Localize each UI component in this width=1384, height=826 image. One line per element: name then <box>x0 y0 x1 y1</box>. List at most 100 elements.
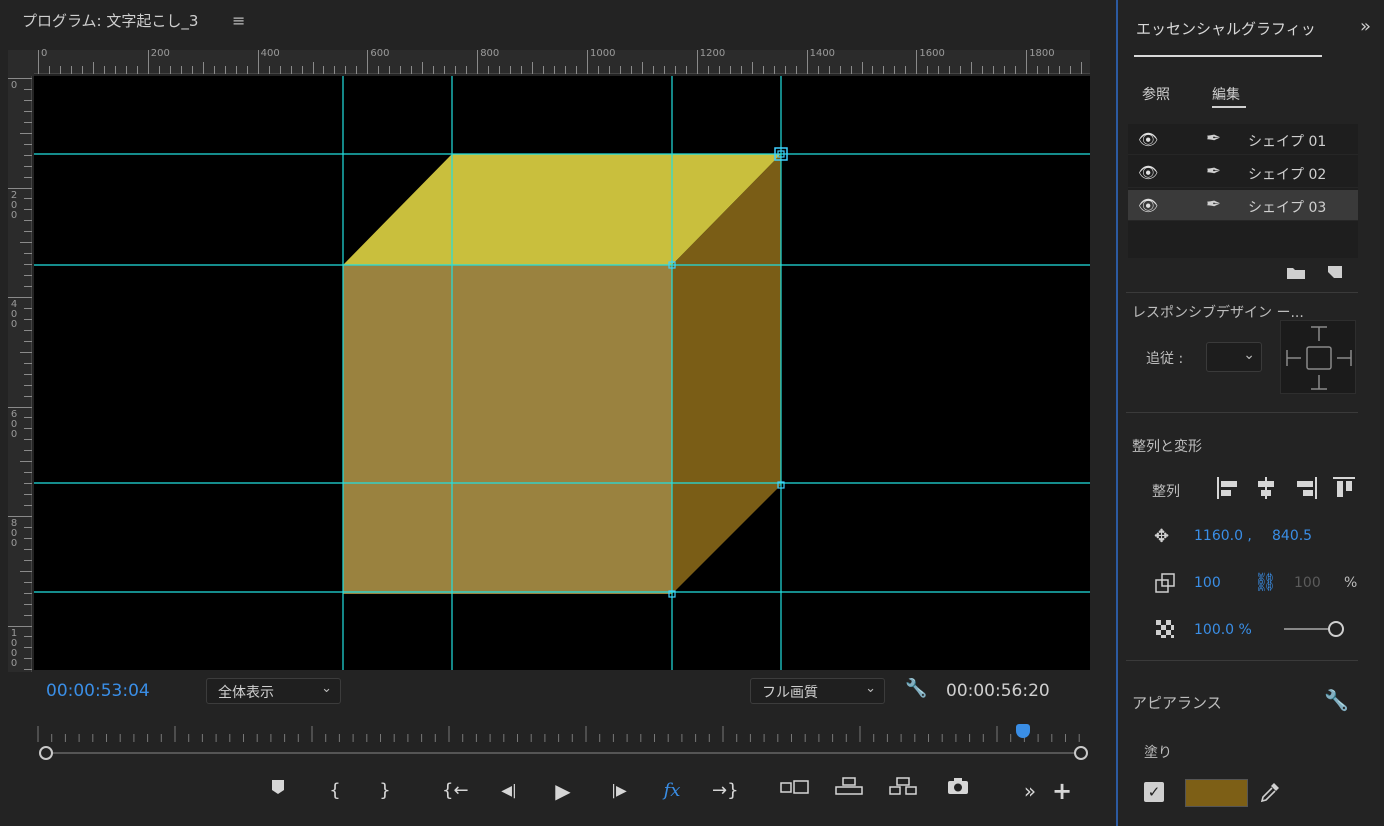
fill-color-swatch[interactable] <box>1185 779 1248 807</box>
more-button[interactable]: » <box>1018 776 1042 806</box>
zoom-handle-right[interactable] <box>1074 746 1088 760</box>
align-center-horizontal-button[interactable] <box>1252 474 1280 502</box>
ruler-minor-tick <box>982 66 984 74</box>
extract-button[interactable] <box>888 776 918 806</box>
marker-icon <box>272 780 284 794</box>
ruler-minor-tick <box>850 66 852 74</box>
ruler-minor-tick <box>24 209 32 211</box>
layer-list[interactable]: 👁 ✒ シェイプ 01 👁 ✒ シェイプ 02 👁 ✒ シェイプ 03 <box>1128 124 1358 258</box>
ruler-minor-tick <box>1059 66 1061 74</box>
ruler-minor-tick <box>158 66 160 74</box>
safe-margin-icon <box>780 780 809 794</box>
new-group-folder-icon[interactable] <box>1286 264 1306 284</box>
position-y-value[interactable]: 840.5 <box>1272 528 1312 544</box>
position-move-icon: ✥ <box>1154 526 1170 547</box>
playback-quality-select[interactable]: フル画質 ⌄ <box>750 678 885 704</box>
go-to-in-button[interactable]: {← <box>442 776 469 806</box>
mark-in-button[interactable]: { <box>323 776 347 806</box>
align-center-icon <box>1258 477 1274 499</box>
ruler-minor-tick <box>630 66 632 74</box>
step-forward-button[interactable]: |▶ <box>607 776 631 806</box>
ruler-major-tick <box>8 516 32 517</box>
playhead[interactable] <box>1015 724 1030 738</box>
align-top-button[interactable] <box>1330 474 1358 502</box>
ruler-minor-tick <box>81 66 83 74</box>
layer-row[interactable]: 👁 ✒ シェイプ 01 <box>1128 124 1358 155</box>
tab-edit[interactable]: 編集 <box>1212 84 1240 104</box>
ruler-minor-tick <box>784 66 786 74</box>
align-right-icon <box>1297 477 1317 499</box>
ruler-minor-tick <box>268 66 270 74</box>
panel-tab-essential-graphics[interactable]: エッセンシャルグラフィッ <box>1136 18 1322 39</box>
settings-wrench-icon[interactable]: 🔧 <box>905 678 927 699</box>
visibility-eye-icon[interactable]: 👁 <box>1138 163 1158 182</box>
ruler-major-tick <box>8 406 32 408</box>
mark-out-button[interactable]: } <box>373 776 397 806</box>
pin-to-edges-widget[interactable] <box>1280 320 1356 394</box>
vertical-ruler[interactable]: 0 200 400 600 800 1000 <box>8 76 32 672</box>
scale-value[interactable]: 100 <box>1194 575 1221 591</box>
time-ruler-scrubber[interactable] <box>34 722 1090 762</box>
ruler-minor-tick <box>510 66 512 74</box>
ruler-minor-tick <box>59 66 61 74</box>
zoom-handle-left[interactable] <box>39 746 53 760</box>
ruler-minor-tick <box>751 62 753 74</box>
panel-menu-icon[interactable]: ≡ <box>232 11 245 30</box>
ruler-minor-tick <box>24 395 32 397</box>
layer-row-selected[interactable]: 👁 ✒ シェイプ 03 <box>1128 190 1358 221</box>
visibility-eye-icon[interactable]: 👁 <box>1138 130 1158 149</box>
visibility-eye-icon[interactable]: 👁 <box>1138 196 1158 215</box>
ruler-minor-tick <box>1015 66 1017 74</box>
lift-button[interactable] <box>834 776 864 806</box>
ruler-minor-tick <box>872 66 874 74</box>
opacity-slider-knob[interactable] <box>1328 621 1344 637</box>
add-marker-button[interactable] <box>266 776 290 806</box>
add-button[interactable]: + <box>1050 776 1074 806</box>
ruler-minor-tick <box>24 603 32 605</box>
play-button[interactable]: ▶ <box>551 776 575 806</box>
fill-checkbox[interactable]: ✓ <box>1144 782 1164 802</box>
export-frame-button[interactable] <box>946 776 970 806</box>
ruler-minor-tick <box>565 66 567 74</box>
ruler-minor-tick <box>24 99 32 101</box>
ruler-minor-tick <box>24 143 32 145</box>
ruler-minor-tick <box>24 121 32 123</box>
appearance-wrench-icon[interactable]: 🔧 <box>1324 688 1349 712</box>
link-chain-icon[interactable]: ⛓ <box>1254 572 1277 593</box>
tab-browse[interactable]: 参照 <box>1142 84 1170 104</box>
ruler-minor-tick <box>378 66 380 74</box>
program-monitor-title[interactable]: プログラム: 文字起こし_3 <box>22 10 198 31</box>
current-timecode[interactable]: 00:00:53:04 <box>46 681 150 701</box>
pen-shape-icon: ✒ <box>1206 161 1222 182</box>
step-back-button[interactable]: ◀| <box>497 776 521 806</box>
align-right-button[interactable] <box>1292 474 1320 502</box>
follow-select[interactable]: ⌄ <box>1206 342 1262 372</box>
ruler-minor-tick <box>345 66 347 74</box>
horizontal-ruler[interactable]: 0 200 400 600 800 1000 1200 1400 1600 1800 <box>34 48 1090 74</box>
ruler-minor-tick <box>24 658 32 660</box>
ruler-minor-tick <box>24 231 32 233</box>
active-subtab-underline <box>1212 106 1246 108</box>
zoom-scroll-track[interactable] <box>46 752 1082 754</box>
ruler-label: 0 <box>41 48 48 59</box>
ruler-minor-tick <box>24 537 32 539</box>
cube-front-face[interactable] <box>343 265 672 594</box>
layer-row[interactable]: 👁 ✒ シェイプ 02 <box>1128 157 1358 188</box>
panel-overflow-icon[interactable]: » <box>1360 16 1371 37</box>
responsive-design-section-label[interactable]: レスポンシブデザイン ー... <box>1132 302 1332 322</box>
program-canvas[interactable] <box>34 76 1090 670</box>
new-layer-icon[interactable] <box>1326 264 1344 284</box>
ruler-minor-tick <box>24 636 32 638</box>
fx-button[interactable]: fx <box>660 776 684 806</box>
eyedropper-icon[interactable] <box>1258 780 1282 809</box>
safe-margins-button[interactable] <box>780 776 810 806</box>
align-left-button[interactable] <box>1214 474 1242 502</box>
ruler-minor-tick <box>927 66 929 74</box>
ruler-minor-tick <box>960 66 962 74</box>
opacity-value[interactable]: 100.0 % <box>1194 622 1252 638</box>
position-x-value[interactable]: 1160.0 , <box>1194 528 1252 544</box>
go-to-out-button[interactable]: →} <box>712 776 739 806</box>
ruler-minor-tick <box>24 362 32 364</box>
zoom-level-select[interactable]: 全体表示 ⌄ <box>206 678 341 704</box>
ruler-minor-tick <box>466 66 468 74</box>
